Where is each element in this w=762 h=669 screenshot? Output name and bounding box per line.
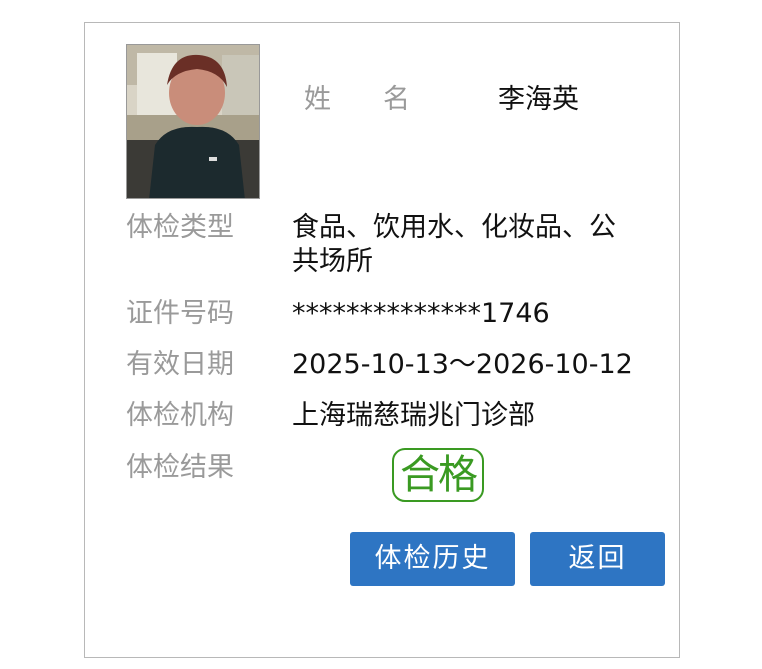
exam-history-button[interactable]: 体检历史: [350, 532, 515, 586]
field-value: 上海瑞慈瑞兆门诊部: [292, 400, 535, 431]
health-certificate-card: 姓名 李海英 体检类型 食品、饮用水、化妆品、公共场所 证件号码 *******…: [84, 22, 680, 658]
person-name: 李海英: [498, 84, 579, 115]
field-value: **************1746: [292, 298, 550, 329]
field-value: 2025-10-13～2026-10-12: [292, 349, 633, 380]
field-label: 体检类型: [126, 212, 234, 243]
person-photo: [126, 44, 260, 199]
result-stamp: 合格: [392, 448, 484, 502]
field-value: 食品、饮用水、化妆品、公共场所: [292, 212, 616, 277]
field-label: 体检机构: [126, 400, 234, 431]
name-label-char-2: 名: [383, 84, 410, 115]
name-label: 姓名: [304, 77, 410, 116]
back-button[interactable]: 返回: [530, 532, 665, 586]
name-label-char-1: 姓: [304, 84, 331, 115]
field-label: 有效日期: [126, 349, 234, 380]
field-label: 证件号码: [126, 298, 234, 329]
field-label: 体检结果: [126, 452, 234, 483]
